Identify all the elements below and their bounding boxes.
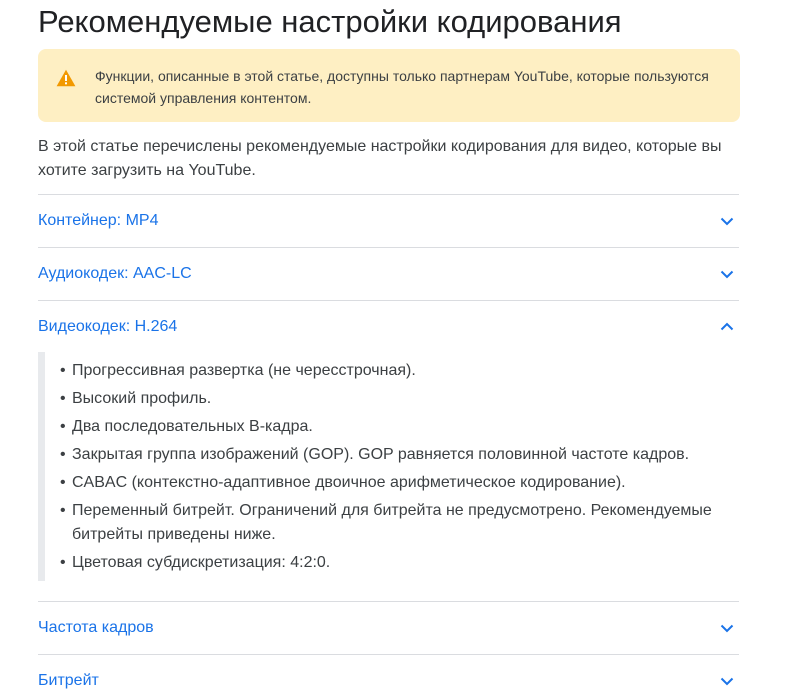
accordion-container[interactable]: Контейнер: MP4 (38, 195, 739, 247)
list-item: CABAC (контекстно-адаптивное двоичное ар… (60, 471, 730, 495)
video-codec-content: Прогрессивная развертка (не чересстрочна… (38, 352, 739, 581)
list-item: Высокий профиль. (60, 387, 730, 411)
page-title: Рекомендуемые настройки кодирования (38, 4, 622, 39)
accordion-label: Видеокодек: H.264 (38, 318, 178, 335)
list-item: Два последовательных B-кадра. (60, 415, 730, 439)
accordion-frame-rate[interactable]: Частота кадров (38, 602, 739, 654)
chevron-down-icon (720, 217, 734, 226)
intro-paragraph: В этой статье перечислены рекомендуемые … (38, 138, 722, 179)
help-article: Рекомендуемые настройки кодирования Функ… (0, 0, 804, 697)
accordion-bitrate[interactable]: Битрейт (38, 655, 739, 697)
list-item: Цветовая субдискретизация: 4:2:0. (60, 551, 730, 575)
notice-text: Функции, описанные в этой статье, доступ… (95, 68, 709, 106)
list-item: Переменный битрейт. Ограничений для битр… (60, 499, 730, 547)
chevron-down-icon (720, 270, 734, 279)
list-item: Закрытая группа изображений (GOP). GOP р… (60, 443, 730, 467)
accordion-video-codec[interactable]: Видеокодек: H.264 (38, 301, 739, 353)
content-side-bar (38, 352, 45, 581)
chevron-down-icon (720, 677, 734, 686)
video-codec-list: Прогрессивная развертка (не чересстрочна… (60, 359, 730, 579)
accordion-label: Битрейт (38, 672, 99, 689)
chevron-down-icon (720, 624, 734, 633)
accordion-audio-codec[interactable]: Аудиокодек: AAC-LC (38, 248, 739, 300)
accordion-label: Контейнер: MP4 (38, 212, 159, 229)
chevron-up-icon (720, 322, 734, 331)
partner-notice: Функции, описанные в этой статье, доступ… (38, 49, 740, 122)
accordion-label: Частота кадров (38, 619, 154, 636)
list-item: Прогрессивная развертка (не чересстрочна… (60, 359, 730, 383)
warning-icon (56, 69, 76, 87)
accordion-label: Аудиокодек: AAC-LC (38, 265, 192, 282)
